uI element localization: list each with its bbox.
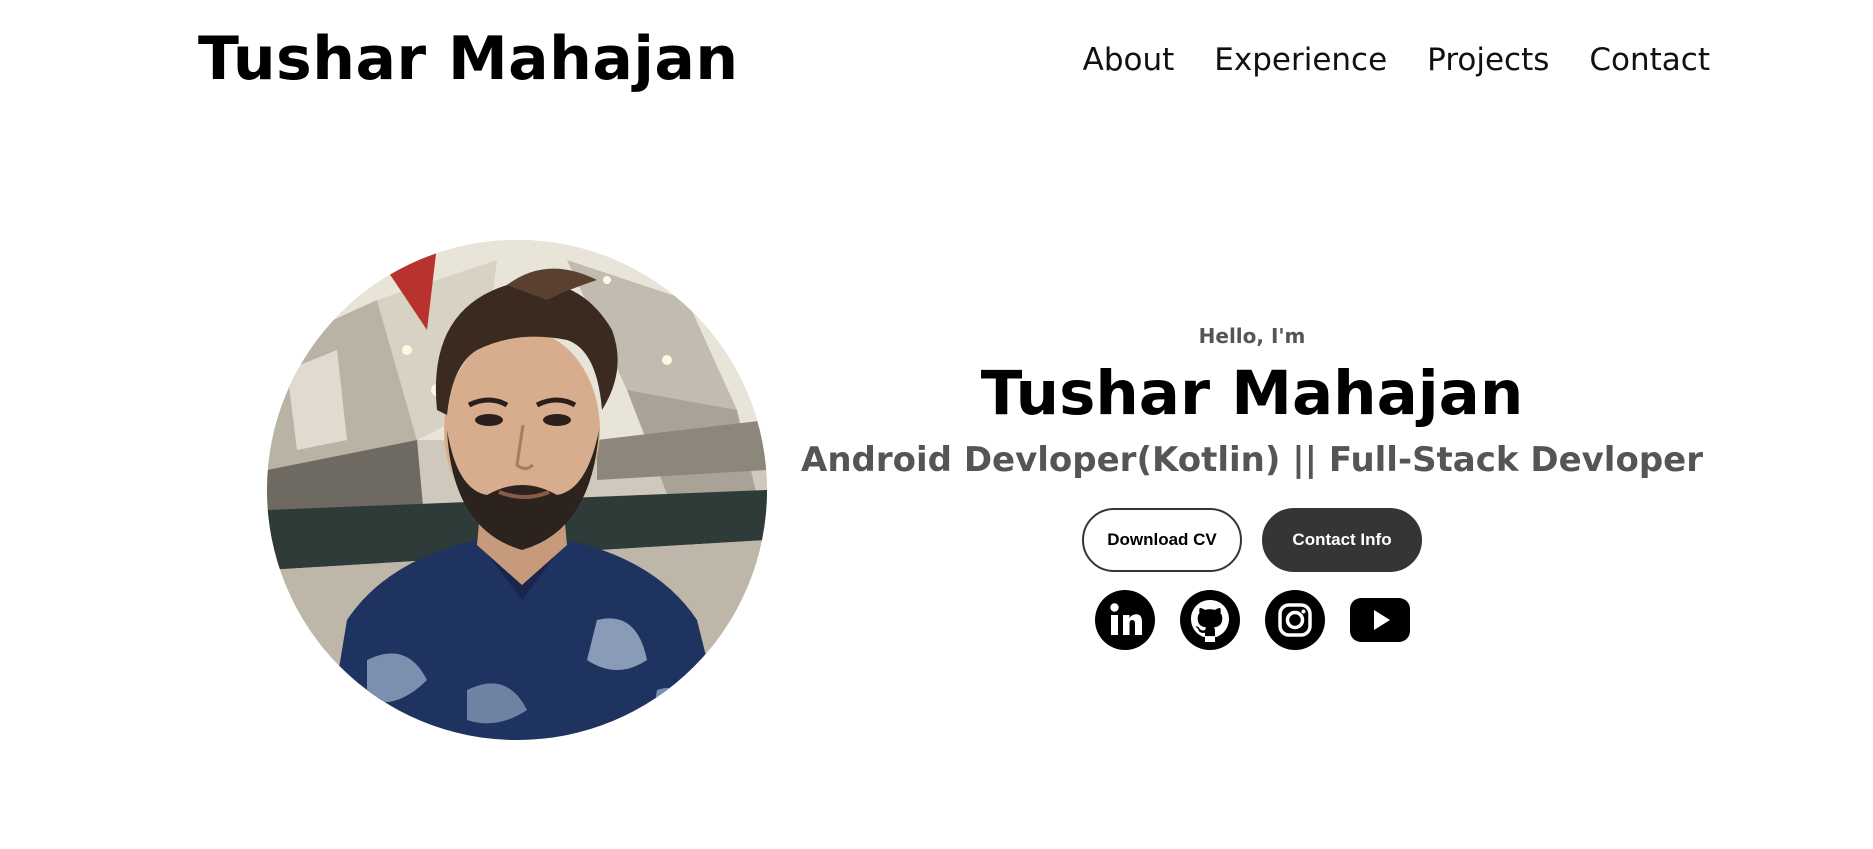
profile-photo-illustration [267, 240, 767, 740]
portfolio-page: Tushar Mahajan About Experience Projects… [0, 0, 1873, 849]
hero-subtitle: Android Devloper(Kotlin) || Full-Stack D… [801, 440, 1703, 480]
nav-about[interactable]: About [1083, 42, 1175, 78]
download-cv-button[interactable]: Download CV [1082, 508, 1242, 572]
main-nav: About Experience Projects Contact [1083, 42, 1710, 78]
hero-name: Tushar Mahajan [980, 358, 1524, 429]
site-logo[interactable]: Tushar Mahajan [198, 24, 739, 94]
nav-projects[interactable]: Projects [1427, 42, 1549, 78]
greeting-text: Hello, I'm [1198, 324, 1306, 348]
social-links [770, 590, 1734, 650]
instagram-icon[interactable] [1264, 590, 1325, 650]
youtube-icon[interactable] [1349, 590, 1410, 650]
hero-buttons: Download CV Contact Info [770, 508, 1734, 572]
github-icon[interactable] [1179, 590, 1240, 650]
linkedin-icon[interactable] [1094, 590, 1155, 650]
nav-contact[interactable]: Contact [1589, 42, 1710, 78]
nav-experience[interactable]: Experience [1214, 42, 1387, 78]
profile-picture [267, 240, 767, 740]
contact-info-button[interactable]: Contact Info [1262, 508, 1422, 572]
hero-section: Hello, I'm Tushar Mahajan Android Devlop… [770, 324, 1734, 650]
